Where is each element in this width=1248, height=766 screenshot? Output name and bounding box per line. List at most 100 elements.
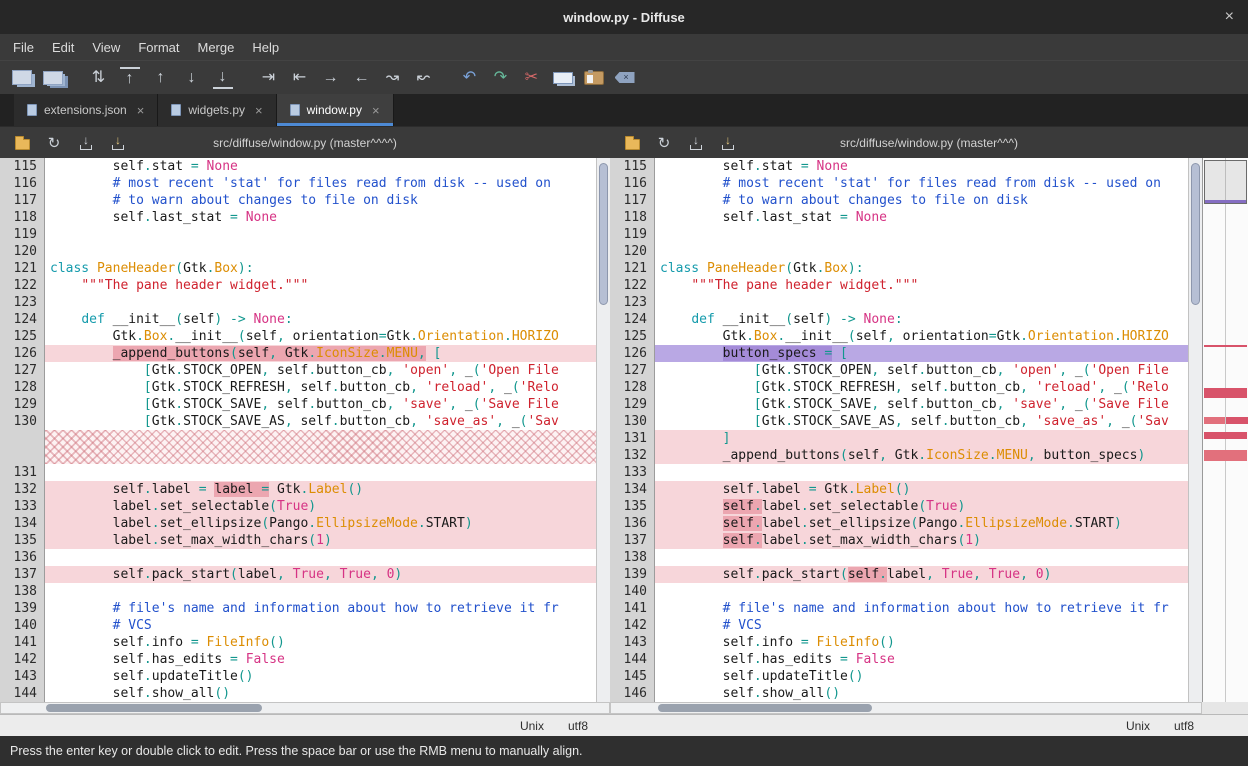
code-line[interactable]: label.set_max_width_chars(1) (45, 532, 596, 549)
menu-help[interactable]: Help (243, 37, 288, 58)
tab-close-icon[interactable]: × (372, 103, 380, 118)
tab-window.py[interactable]: window.py× (277, 94, 394, 126)
tab-close-icon[interactable]: × (255, 103, 263, 118)
code-line[interactable]: [Gtk.STOCK_REFRESH, self.button_cb, 'rel… (655, 379, 1188, 396)
copy-selection-left-button[interactable]: ⇤ (284, 64, 315, 92)
right-pane[interactable]: 115 self.stat = None116 # most recent 's… (610, 158, 1202, 702)
save-file-button[interactable] (686, 133, 706, 153)
code-line[interactable]: _append_buttons(self, Gtk.IconSize.MENU,… (655, 447, 1188, 464)
reload-file-button[interactable]: ↻ (654, 133, 674, 153)
code-line[interactable]: button_specs = [ (655, 345, 1188, 362)
code-line[interactable]: [Gtk.STOCK_SAVE, self.button_cb, 'save',… (655, 396, 1188, 413)
code-line[interactable]: class PaneHeader(Gtk.Box): (45, 260, 596, 277)
code-line[interactable]: label.set_ellipsize(Pango.EllipsizeMode.… (45, 515, 596, 532)
diff-overview-map[interactable] (1202, 158, 1248, 702)
save-file-button[interactable] (76, 133, 96, 153)
code-line[interactable]: def __init__(self) -> None: (45, 311, 596, 328)
menu-file[interactable]: File (4, 37, 43, 58)
code-line[interactable]: # VCS (45, 617, 596, 634)
left-horizontal-scrollbar[interactable] (0, 702, 610, 714)
code-line[interactable]: # most recent 'stat' for files read from… (655, 175, 1188, 192)
code-line[interactable] (45, 243, 596, 260)
code-line[interactable] (45, 549, 596, 566)
save-file-as-button[interactable] (718, 133, 738, 153)
code-line[interactable] (45, 464, 596, 481)
code-line[interactable]: """The pane header widget.""" (655, 277, 1188, 294)
reload-file-button[interactable]: ↻ (44, 133, 64, 153)
right-vertical-scrollbar-thumb[interactable] (1191, 163, 1200, 304)
code-line[interactable] (45, 226, 596, 243)
code-line[interactable] (45, 430, 596, 447)
menu-merge[interactable]: Merge (188, 37, 243, 58)
open-file-button[interactable] (12, 133, 32, 153)
code-line[interactable]: self.has_edits = False (655, 651, 1188, 668)
left-vertical-scrollbar[interactable] (596, 158, 610, 702)
code-line[interactable]: label.set_selectable(True) (45, 498, 596, 515)
code-line[interactable] (655, 294, 1188, 311)
code-line[interactable]: self.label.set_selectable(True) (655, 498, 1188, 515)
code-line[interactable]: self.pack_start(self.label, True, True, … (655, 566, 1188, 583)
copy-left-into-selection-button[interactable]: → (315, 64, 346, 92)
code-line[interactable] (45, 583, 596, 600)
copy-right-into-selection-button[interactable]: ← (346, 64, 377, 92)
open-file-button[interactable] (622, 133, 642, 153)
first-difference-button[interactable]: ↑ (114, 64, 145, 92)
code-line[interactable]: # to warn about changes to file on disk (655, 192, 1188, 209)
code-line[interactable]: # file's name and information about how … (655, 600, 1188, 617)
code-line[interactable]: [Gtk.STOCK_REFRESH, self.button_cb, 'rel… (45, 379, 596, 396)
tab-widgets.py[interactable]: widgets.py× (158, 94, 276, 126)
code-line[interactable] (45, 447, 596, 464)
right-horizontal-scrollbar-thumb[interactable] (658, 704, 872, 712)
code-line[interactable]: def __init__(self) -> None: (655, 311, 1188, 328)
code-line[interactable] (45, 294, 596, 311)
menu-view[interactable]: View (83, 37, 129, 58)
right-vertical-scrollbar[interactable] (1188, 158, 1202, 702)
code-line[interactable] (655, 226, 1188, 243)
code-line[interactable]: _append_buttons(self, Gtk.IconSize.MENU,… (45, 345, 596, 362)
code-line[interactable] (655, 549, 1188, 566)
code-line[interactable]: self.info = FileInfo() (45, 634, 596, 651)
menu-format[interactable]: Format (129, 37, 188, 58)
overview-viewport[interactable] (1204, 160, 1247, 204)
left-vertical-scrollbar-thumb[interactable] (599, 163, 608, 304)
code-line[interactable]: Gtk.Box.__init__(self, orientation=Gtk.O… (45, 328, 596, 345)
code-line[interactable] (655, 243, 1188, 260)
code-line[interactable]: self.show_all() (655, 685, 1188, 702)
menu-edit[interactable]: Edit (43, 37, 83, 58)
code-line[interactable]: self.info = FileInfo() (655, 634, 1188, 651)
paste-button[interactable] (578, 64, 609, 92)
clear-edits-button[interactable] (609, 64, 640, 92)
code-line[interactable]: [Gtk.STOCK_OPEN, self.button_cb, 'open',… (45, 362, 596, 379)
right-horizontal-scrollbar[interactable] (610, 702, 1202, 714)
new-2way-file-merge-button[interactable] (6, 64, 37, 92)
new-3way-file-merge-button[interactable] (37, 64, 68, 92)
code-line[interactable]: self.updateTitle() (655, 668, 1188, 685)
code-line[interactable]: self.label.set_ellipsize(Pango.Ellipsize… (655, 515, 1188, 532)
code-line[interactable]: self.has_edits = False (45, 651, 596, 668)
left-pane-rows[interactable]: 115 self.stat = None116 # most recent 's… (0, 158, 596, 702)
tab-extensions.json[interactable]: extensions.json× (14, 94, 158, 126)
tab-close-icon[interactable]: × (137, 103, 145, 118)
code-line[interactable]: class PaneHeader(Gtk.Box): (655, 260, 1188, 277)
window-close-icon[interactable]: × (1225, 8, 1234, 26)
code-line[interactable]: self.last_stat = None (655, 209, 1188, 226)
left-pane[interactable]: 115 self.stat = None116 # most recent 's… (0, 158, 610, 702)
code-line[interactable]: self.last_stat = None (45, 209, 596, 226)
code-line[interactable] (655, 583, 1188, 600)
next-difference-button[interactable]: ↓ (176, 64, 207, 92)
code-line[interactable]: [Gtk.STOCK_SAVE, self.button_cb, 'save',… (45, 396, 596, 413)
code-line[interactable]: self.pack_start(label, True, True, 0) (45, 566, 596, 583)
previous-difference-button[interactable]: ↑ (145, 64, 176, 92)
code-line[interactable]: self.updateTitle() (45, 668, 596, 685)
merge-from-right-then-left-button[interactable]: ↜ (408, 64, 439, 92)
code-line[interactable] (655, 464, 1188, 481)
save-file-as-button[interactable] (108, 133, 128, 153)
code-line[interactable]: [Gtk.STOCK_OPEN, self.button_cb, 'open',… (655, 362, 1188, 379)
code-line[interactable]: [Gtk.STOCK_SAVE_AS, self.button_cb, 'sav… (45, 413, 596, 430)
left-horizontal-scrollbar-thumb[interactable] (46, 704, 262, 712)
merge-from-left-then-right-button[interactable]: ↝ (377, 64, 408, 92)
code-line[interactable]: # file's name and information about how … (45, 600, 596, 617)
redo-button[interactable]: ↷ (485, 64, 516, 92)
code-line[interactable]: # VCS (655, 617, 1188, 634)
code-line[interactable]: self.stat = None (655, 158, 1188, 175)
